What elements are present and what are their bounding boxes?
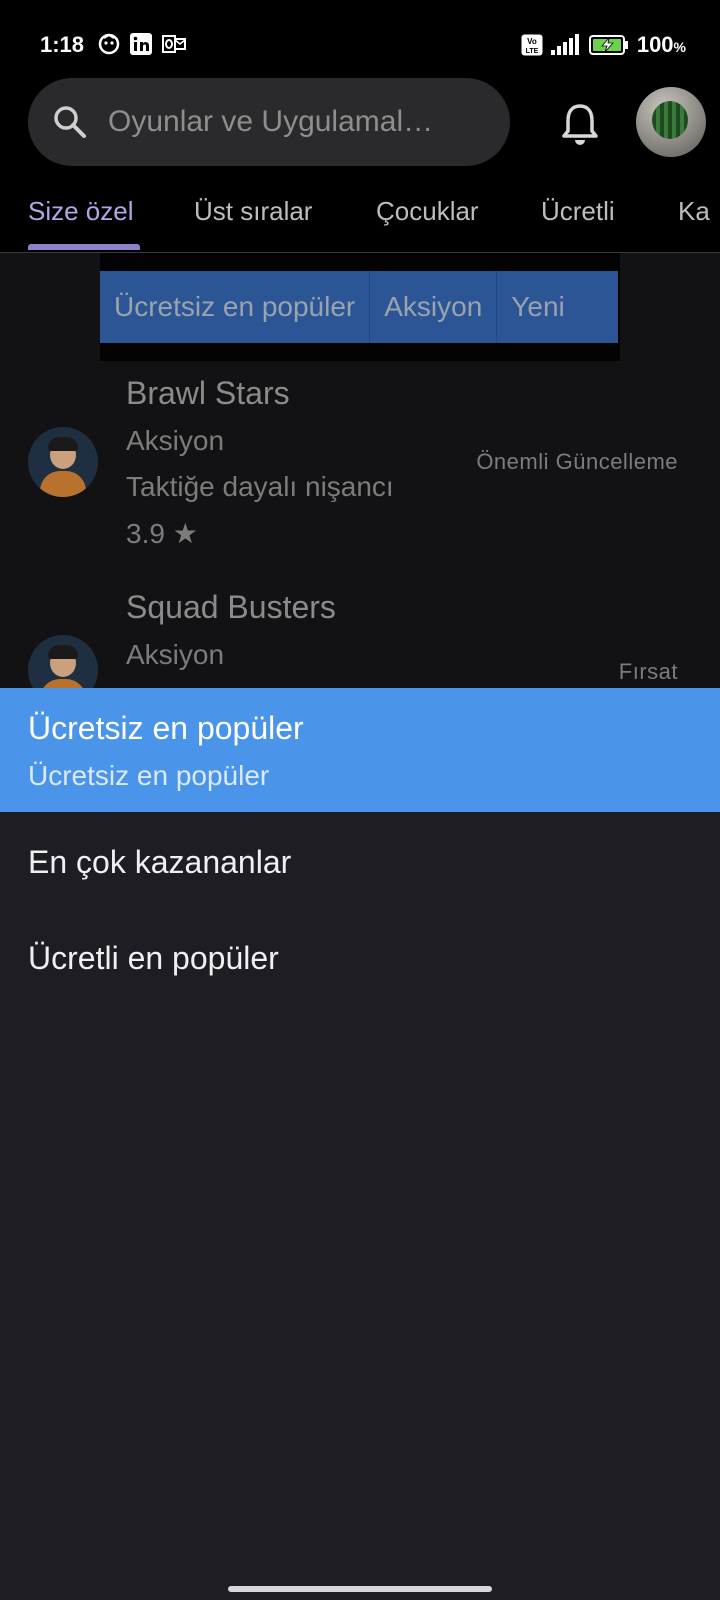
- volte-icon: Vo LTE: [521, 34, 543, 56]
- dropdown-option-selected[interactable]: Ücretsiz en popüler Ücretsiz en popüler: [0, 688, 720, 812]
- dropdown-option-en-cok-kazananlar[interactable]: En çok kazananlar: [28, 844, 291, 881]
- app-icon: [28, 427, 98, 497]
- selected-option-title: Ücretsiz en popüler: [28, 710, 304, 746]
- app-description: Taktiğe dayalı nişancı: [126, 471, 394, 502]
- notification-bell-icon[interactable]: [560, 102, 600, 146]
- tab-ucretli[interactable]: Ücretli: [541, 196, 615, 227]
- battery-percent: 100%: [636, 32, 686, 57]
- app-category: Aksiyon: [126, 639, 225, 670]
- bot-notification-icon: [98, 33, 120, 55]
- filter-chip-bar: Ücretsiz en popüler Aksiyon Yeni: [100, 271, 618, 343]
- profile-avatar[interactable]: [636, 87, 706, 157]
- chip-ucretsiz-en-populer[interactable]: Ücretsiz en popüler: [100, 271, 371, 343]
- signal-icon: [550, 34, 579, 55]
- chip-yeni[interactable]: Yeni: [497, 271, 578, 343]
- app-rating: 3.9 ★: [126, 518, 198, 549]
- app-icon: [28, 635, 98, 688]
- app-badge: Önemli Güncelleme: [476, 449, 678, 474]
- app-name: Squad Busters: [126, 589, 336, 625]
- notification-icons: [98, 33, 186, 55]
- active-tab-indicator: [28, 244, 140, 250]
- chip-aksiyon[interactable]: Aksiyon: [370, 271, 498, 343]
- search-input[interactable]: Oyunlar ve Uygulamal…: [108, 105, 478, 139]
- app-category: Aksiyon: [126, 425, 225, 456]
- top-charts-content: Ücretsiz en popüler Aksiyon Yeni Brawl S…: [0, 253, 720, 688]
- battery-charging-icon: [588, 35, 628, 55]
- app-badge: Fırsat: [618, 659, 678, 684]
- category-tabs: Size özel Üst sıralar Çocuklar Ücretli K…: [0, 180, 720, 253]
- tab-kategoriler[interactable]: Ka: [678, 196, 710, 227]
- app-list-item[interactable]: Brawl Stars Aksiyon Taktiğe dayalı nişan…: [0, 365, 720, 565]
- chart-type-dropdown: Ücretsiz en popüler Ücretsiz en popüler …: [0, 688, 720, 1600]
- avatar-photo: [652, 101, 688, 139]
- search-bar[interactable]: Oyunlar ve Uygulamal…: [28, 78, 510, 166]
- status-bar: 1:18 Vo LTE 100%: [0, 0, 720, 90]
- svg-text:Vo: Vo: [527, 37, 537, 46]
- chip-strip: Ücretsiz en popüler Aksiyon Yeni: [100, 253, 620, 361]
- svg-text:LTE: LTE: [525, 48, 538, 55]
- system-icons: Vo LTE 100%: [521, 32, 686, 58]
- search-icon: [54, 106, 86, 138]
- play-store-screen: 1:18 Vo LTE 100% Oyunlar ve Uygulamal… S…: [0, 0, 720, 1600]
- linkedin-icon: [130, 33, 152, 55]
- dropdown-option-ucretli-en-populer[interactable]: Ücretli en popüler: [28, 940, 279, 977]
- tab-size-ozel[interactable]: Size özel: [28, 196, 134, 227]
- tab-ust-siralar[interactable]: Üst sıralar: [194, 196, 312, 227]
- outlook-icon: [162, 35, 186, 53]
- home-indicator[interactable]: [228, 1586, 492, 1592]
- selected-option-subtitle: Ücretsiz en popüler: [28, 760, 270, 791]
- status-time: 1:18: [40, 32, 85, 57]
- tab-cocuklar[interactable]: Çocuklar: [376, 196, 479, 227]
- app-name: Brawl Stars: [126, 375, 290, 411]
- app-list-item[interactable]: Squad Busters Aksiyon Fırsat: [0, 579, 720, 688]
